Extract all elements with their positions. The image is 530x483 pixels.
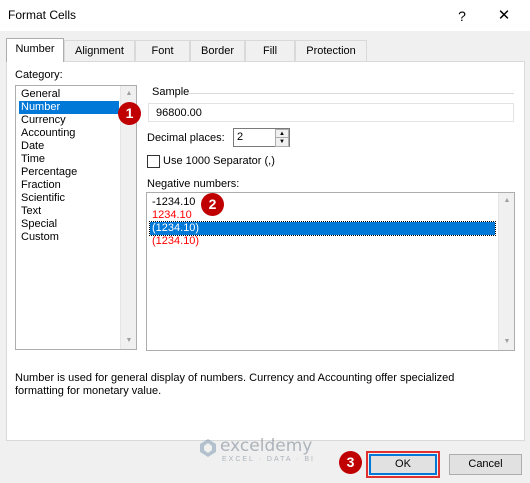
category-item-percentage[interactable]: Percentage (19, 166, 79, 179)
category-label: Category: (15, 69, 63, 81)
description-line-1: Number is used for general display of nu… (15, 372, 455, 384)
category-item-fraction[interactable]: Fraction (19, 179, 63, 192)
decimal-places-value[interactable]: 2 (237, 131, 243, 143)
title-bar: Format Cells ? ✕ (0, 0, 530, 31)
separator-label[interactable]: Use 1000 Separator (,) (163, 155, 275, 167)
sample-divider (188, 93, 514, 94)
sample-value: 96800.00 (156, 107, 202, 119)
tab-alignment[interactable]: Alignment (64, 40, 135, 62)
tab-protection[interactable]: Protection (295, 40, 367, 62)
negative-format-item[interactable]: -1234.10 (150, 196, 197, 209)
tab-font[interactable]: Font (135, 40, 190, 62)
category-item-custom[interactable]: Custom (19, 231, 61, 244)
scroll-up-arrow-icon[interactable]: ▲ (121, 86, 136, 102)
help-button[interactable]: ? (440, 3, 484, 29)
category-item-currency[interactable]: Currency (19, 114, 68, 127)
callout-badge-1: 1 (118, 102, 141, 125)
category-item-scientific[interactable]: Scientific (19, 192, 67, 205)
separator-checkbox[interactable] (147, 155, 160, 168)
category-item-text[interactable]: Text (19, 205, 43, 218)
negative-format-item[interactable]: 1234.10 (150, 209, 194, 222)
scroll-down-arrow-icon[interactable]: ▼ (499, 334, 514, 350)
callout-badge-2: 2 (201, 193, 224, 216)
tab-border[interactable]: Border (190, 40, 245, 62)
ok-highlight-box (366, 451, 440, 478)
watermark-icon (200, 439, 216, 457)
category-item-accounting[interactable]: Accounting (19, 127, 77, 140)
negative-numbers-scrollbar[interactable]: ▲ ▼ (498, 193, 514, 350)
sample-preview (148, 103, 514, 122)
tab-fill[interactable]: Fill (245, 40, 295, 62)
tab-number[interactable]: Number (6, 38, 64, 62)
close-button[interactable]: ✕ (482, 3, 526, 29)
dialog-title: Format Cells (8, 8, 77, 22)
watermark-name: exceldemy (220, 436, 313, 456)
spin-down-icon[interactable]: ▼ (275, 137, 289, 147)
category-listbox[interactable]: General Number Currency Accounting Date … (15, 85, 137, 350)
category-item-date[interactable]: Date (19, 140, 46, 153)
decimal-places-label: Decimal places: (147, 132, 225, 144)
negative-format-item[interactable]: (1234.10) (149, 221, 496, 236)
sample-label: Sample (152, 86, 190, 98)
negative-numbers-listbox[interactable]: -1234.10 1234.10 (1234.10) (1234.10) ▲ ▼ (146, 192, 515, 351)
scroll-up-arrow-icon[interactable]: ▲ (499, 193, 514, 209)
category-item-general[interactable]: General (19, 88, 62, 101)
negative-format-item[interactable]: (1234.10) (150, 235, 201, 248)
category-scrollbar[interactable]: ▲ ▼ (120, 86, 136, 349)
category-item-special[interactable]: Special (19, 218, 59, 231)
cancel-button[interactable]: Cancel (449, 454, 522, 475)
category-item-time[interactable]: Time (19, 153, 47, 166)
callout-badge-3: 3 (339, 451, 362, 474)
scroll-down-arrow-icon[interactable]: ▼ (121, 333, 136, 349)
description-line-2: formatting for monetary value. (15, 385, 162, 397)
category-item-number[interactable]: Number (19, 101, 119, 114)
decimal-places-spinner[interactable]: 2 ▲ ▼ (233, 128, 290, 147)
watermark-tagline: EXCEL · DATA · BI (222, 456, 315, 463)
negative-numbers-label: Negative numbers: (147, 178, 240, 190)
